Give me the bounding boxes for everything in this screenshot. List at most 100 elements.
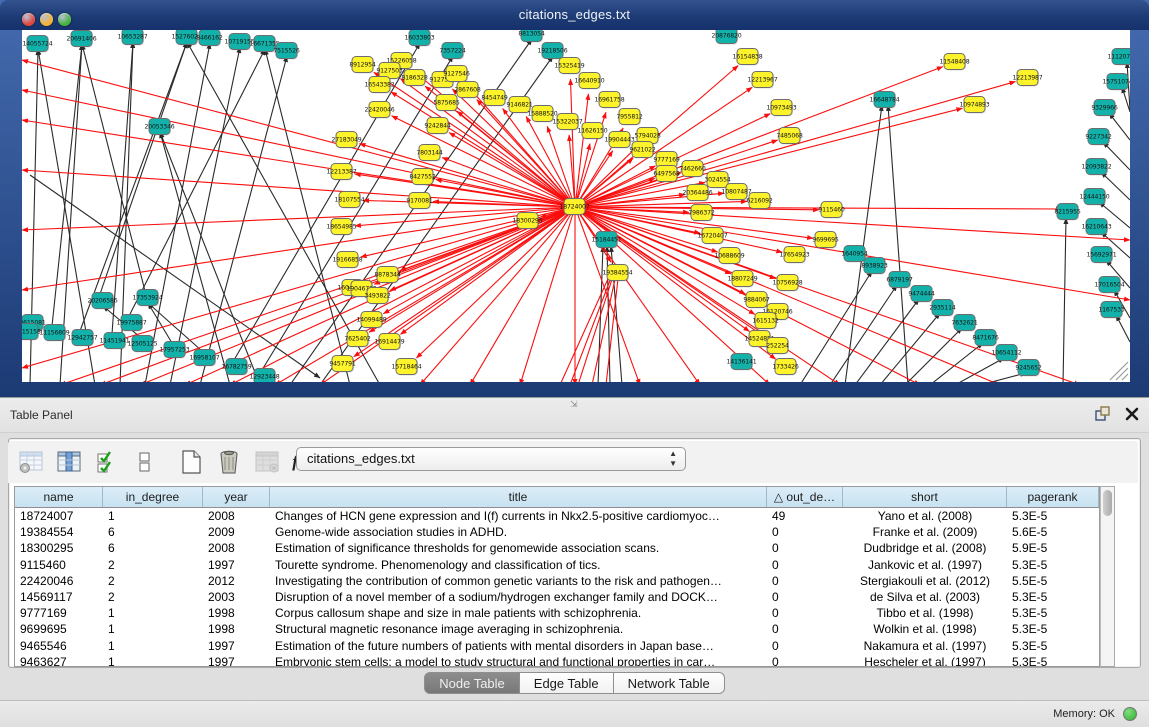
graph-node[interactable]: 9699695 bbox=[812, 232, 838, 249]
graph-node[interactable]: 9245652 bbox=[1015, 360, 1041, 377]
graph-node[interactable]: 9227342 bbox=[1085, 129, 1111, 146]
table-row[interactable]: 946362711997Embryonic stem cells: a mode… bbox=[15, 654, 1099, 667]
graph-node[interactable]: 3493822 bbox=[364, 288, 390, 305]
svg-text:9242844: 9242844 bbox=[424, 123, 450, 130]
graph-node[interactable]: 8938923 bbox=[861, 258, 887, 275]
graph-node[interactable]: 7462660 bbox=[679, 161, 705, 178]
svg-text:9245652: 9245652 bbox=[1015, 365, 1041, 372]
graph-node[interactable]: 7803144 bbox=[416, 145, 442, 162]
column-header-year[interactable]: year bbox=[203, 487, 270, 507]
tab-edge-table[interactable]: Edge Table bbox=[520, 672, 614, 694]
svg-text:10974893: 10974893 bbox=[960, 102, 990, 109]
table-row[interactable]: 946554611997Estimation of the future num… bbox=[15, 638, 1099, 654]
table-row[interactable]: 911546021997Tourette syndrome. Phenomeno… bbox=[15, 557, 1099, 573]
graph-node[interactable]: 7515526 bbox=[273, 43, 299, 60]
table-scrollbar[interactable] bbox=[1100, 486, 1115, 667]
table-cell: Nakamura et al. (1997) bbox=[843, 638, 1007, 654]
table-cell: Investigating the contribution of common… bbox=[270, 573, 767, 589]
delete-columns-icon[interactable] bbox=[214, 447, 244, 477]
graph-node[interactable]: 8912954 bbox=[349, 57, 375, 74]
graph-node[interactable]: 8471676 bbox=[972, 330, 998, 347]
scrollbar-thumb[interactable] bbox=[1103, 490, 1112, 516]
svg-text:16154838: 16154838 bbox=[733, 54, 763, 61]
table-row[interactable]: 977716911998Corpus callosum shape and si… bbox=[15, 605, 1099, 621]
svg-text:6879197: 6879197 bbox=[886, 277, 912, 284]
graph-node[interactable]: 7955812 bbox=[616, 109, 642, 126]
table-cell: 0 bbox=[767, 621, 843, 637]
graph-node[interactable]: 9457791 bbox=[329, 356, 355, 373]
show-columns-icon[interactable] bbox=[54, 447, 84, 477]
column-header-in_degree[interactable]: in_degree bbox=[103, 487, 203, 507]
graph-node[interactable]: 9884067 bbox=[743, 292, 769, 309]
table-mode-icon[interactable] bbox=[16, 447, 46, 477]
graph-node[interactable]: 9621022 bbox=[629, 142, 655, 159]
graph-node[interactable]: 8878344 bbox=[374, 267, 400, 284]
graph-node[interactable]: 8186328 bbox=[401, 70, 427, 87]
graph-node[interactable]: 1615132 bbox=[752, 313, 778, 330]
tab-node-table[interactable]: Node Table bbox=[424, 672, 520, 694]
graph-node[interactable]: 9915158 bbox=[14, 324, 40, 341]
column-header-out_de[interactable]: △ out_de… bbox=[767, 487, 843, 507]
table-row[interactable]: 1830029562008Estimation of significance … bbox=[15, 540, 1099, 556]
svg-text:15184451: 15184451 bbox=[592, 237, 622, 244]
table-cell: Franke et al. (2009) bbox=[843, 524, 1007, 540]
table-row[interactable]: 969969511998Structural magnetic resonanc… bbox=[15, 621, 1099, 637]
column-header-short[interactable]: short bbox=[843, 487, 1007, 507]
graph-node[interactable]: 9170081 bbox=[406, 193, 432, 210]
table-row[interactable]: 1456911722003Disruption of a novel membe… bbox=[15, 589, 1099, 605]
graph-node[interactable]: 8215955 bbox=[1054, 204, 1080, 221]
table-row[interactable]: 1872400712008Changes of HCN gene express… bbox=[15, 508, 1099, 524]
graph-node[interactable]: 8813054 bbox=[518, 30, 544, 43]
graph-node[interactable]: 7986372 bbox=[688, 205, 714, 222]
graph-node[interactable]: 6497568 bbox=[653, 166, 679, 183]
network-window-titlebar[interactable]: citations_edges.txt bbox=[0, 0, 1149, 30]
delete-table-icon bbox=[252, 447, 282, 477]
graph-node[interactable]: 8466162 bbox=[196, 30, 222, 47]
table-selector-dropdown[interactable]: citations_edges.txt ▲▼ bbox=[296, 447, 686, 471]
svg-text:1167533: 1167533 bbox=[1098, 307, 1124, 314]
graph-node[interactable]: 12923448 bbox=[250, 369, 280, 386]
graph-node[interactable]: 7485068 bbox=[776, 128, 802, 145]
graph-node[interactable]: 252254 bbox=[766, 338, 789, 355]
column-header-title[interactable]: title bbox=[270, 487, 767, 507]
svg-text:252254: 252254 bbox=[766, 343, 789, 350]
graph-node[interactable]: 7632621 bbox=[951, 315, 977, 332]
tab-network-table[interactable]: Network Table bbox=[614, 672, 725, 694]
column-header-pagerank[interactable]: pagerank bbox=[1007, 487, 1099, 507]
select-all-icon[interactable] bbox=[92, 447, 122, 477]
network-graph-canvas[interactable]: 1872400714055724206914061065328715276021… bbox=[0, 30, 1149, 397]
create-column-icon[interactable] bbox=[176, 447, 206, 477]
graph-node[interactable]: 5875685 bbox=[433, 95, 459, 112]
graph-node[interactable]: 6879197 bbox=[886, 272, 912, 289]
table-cell: Genome-wide association studies in ADHD. bbox=[270, 524, 767, 540]
table-cell: Wolkin et al. (1998) bbox=[843, 621, 1007, 637]
column-header-name[interactable]: name bbox=[15, 487, 103, 507]
graph-node[interactable]: 8427552 bbox=[409, 169, 435, 186]
float-panel-icon[interactable] bbox=[1095, 406, 1111, 427]
graph-node[interactable]: 6216092 bbox=[746, 193, 772, 210]
graph-node[interactable]: 9115460 bbox=[818, 202, 844, 219]
graph-node[interactable]: 2935114 bbox=[929, 300, 955, 317]
graph-node[interactable]: 1733426 bbox=[772, 359, 798, 376]
svg-text:10973493: 10973493 bbox=[767, 105, 797, 112]
table-cell: 1997 bbox=[203, 638, 270, 654]
graph-node[interactable]: 9127546 bbox=[443, 66, 469, 83]
svg-text:7625402: 7625402 bbox=[344, 336, 370, 343]
graph-node[interactable]: 8454749 bbox=[481, 90, 507, 107]
splitter-handle[interactable]: ⇲ bbox=[570, 399, 578, 410]
svg-text:16210643: 16210643 bbox=[1082, 224, 1112, 231]
graph-node[interactable]: 9474444 bbox=[908, 286, 934, 303]
graph-node[interactable]: 1167533 bbox=[1098, 302, 1124, 319]
graph-node[interactable]: 7625402 bbox=[344, 331, 370, 348]
close-panel-icon[interactable] bbox=[1125, 407, 1139, 426]
graph-node[interactable]: 7357224 bbox=[439, 43, 465, 60]
svg-text:11451941: 11451941 bbox=[100, 338, 130, 345]
table-row[interactable]: 2242004622012Investigating the contribut… bbox=[15, 573, 1099, 589]
table-row[interactable]: 1938455462009Genome-wide association stu… bbox=[15, 524, 1099, 540]
graph-node[interactable]: 2867608 bbox=[454, 82, 480, 99]
svg-text:15322037: 15322037 bbox=[553, 119, 583, 126]
graph-node[interactable]: 9329966 bbox=[1091, 100, 1117, 117]
graph-node[interactable]: 9242844 bbox=[424, 118, 450, 135]
svg-text:8813054: 8813054 bbox=[518, 31, 544, 38]
deselect-all-icon[interactable] bbox=[130, 447, 160, 477]
